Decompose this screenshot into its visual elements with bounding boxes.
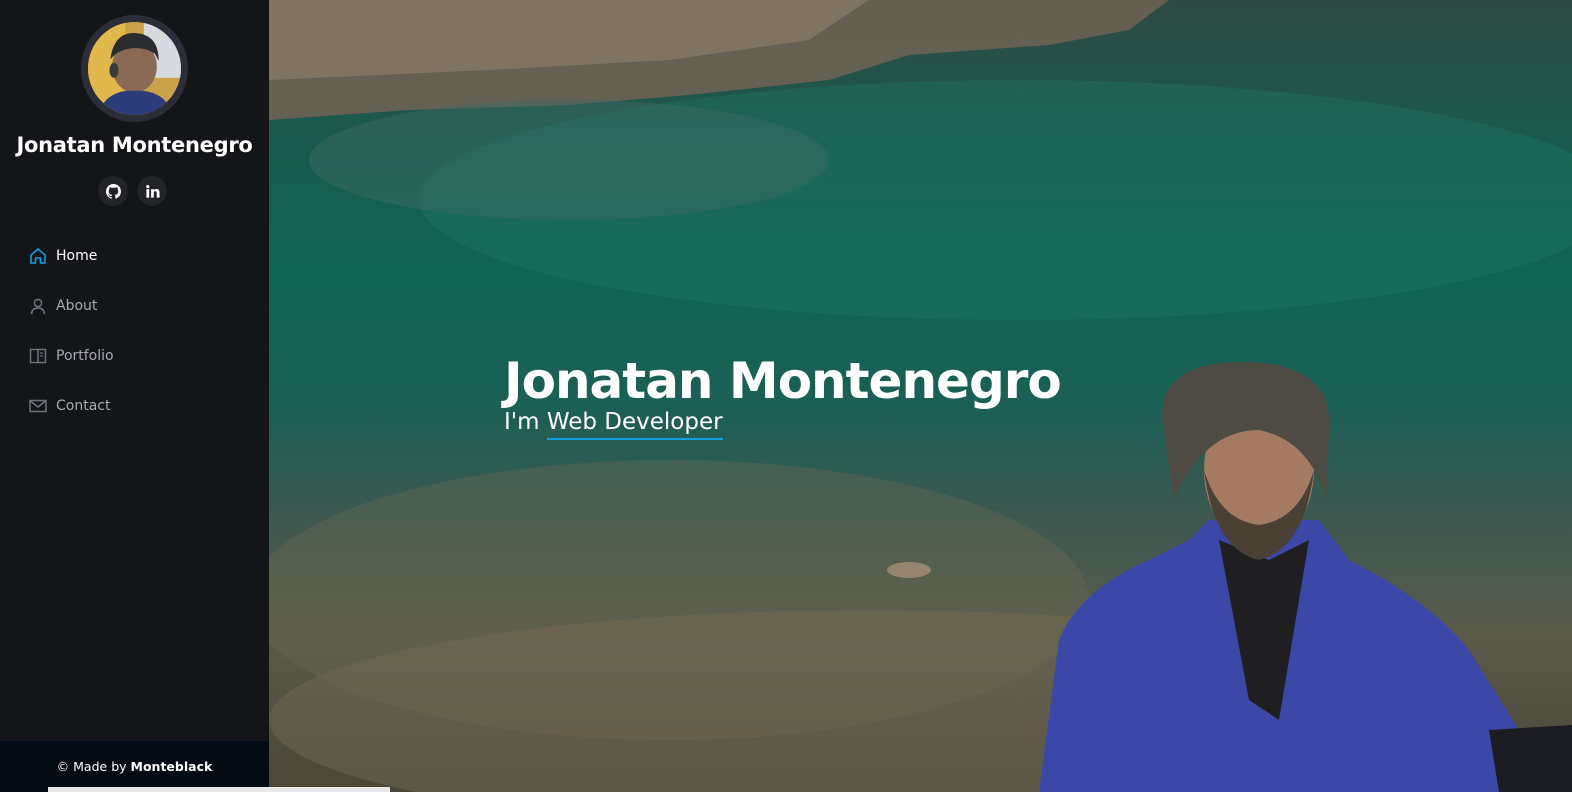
- envelope-icon: [28, 396, 48, 416]
- footer-author: Monteblack: [130, 759, 213, 774]
- nav-label: Home: [56, 248, 98, 264]
- nav-menu: Home About Portfolio Contact: [0, 236, 269, 436]
- linkedin-icon: [145, 184, 160, 198]
- nav-item-home[interactable]: Home: [0, 236, 269, 276]
- avatar: [81, 15, 188, 122]
- hero-section: Jonatan Montenegro I'm Web Developer: [269, 0, 1572, 792]
- footer-credits: © Made by Monteblack: [0, 741, 269, 792]
- profile-name: Jonatan Montenegro: [16, 133, 253, 157]
- hero-subtitle-prefix: I'm: [504, 409, 547, 435]
- linkedin-link[interactable]: [137, 176, 167, 206]
- sidebar: Jonatan Montenegro Home About Portfolio …: [0, 0, 269, 792]
- hero-subtitle: I'm Web Developer: [504, 409, 723, 440]
- footer-prefix: © Made by: [56, 759, 127, 774]
- nav-item-portfolio[interactable]: Portfolio: [0, 336, 269, 376]
- user-icon: [28, 296, 48, 316]
- hero-title: Jonatan Montenegro: [504, 351, 1062, 410]
- horizontal-scrollbar[interactable]: [48, 787, 390, 792]
- home-icon: [28, 246, 48, 266]
- nav-label: About: [56, 298, 98, 314]
- portfolio-icon: [28, 346, 48, 366]
- github-icon: [105, 183, 121, 199]
- github-link[interactable]: [98, 176, 128, 206]
- nav-item-about[interactable]: About: [0, 286, 269, 326]
- profile-photo-icon: [88, 22, 181, 115]
- nav-label: Contact: [56, 398, 111, 414]
- typed-text: Web Developer: [546, 409, 723, 440]
- nav-label: Portfolio: [56, 348, 114, 364]
- nav-item-contact[interactable]: Contact: [0, 386, 269, 426]
